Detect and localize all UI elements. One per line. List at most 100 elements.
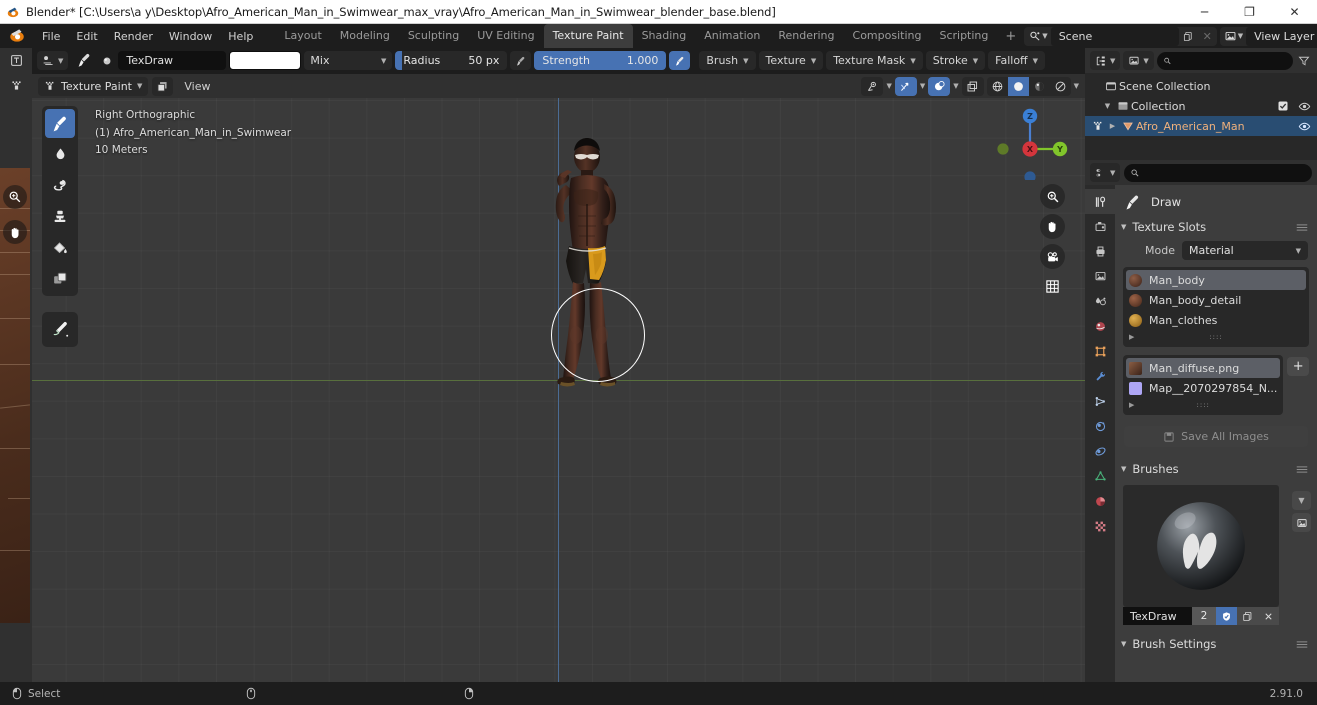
menu-help[interactable]: Help	[220, 28, 261, 45]
physics-tab[interactable]	[1085, 414, 1115, 439]
viewport-view-menu[interactable]: View	[177, 78, 217, 95]
rendered-shading-button[interactable]	[1050, 77, 1071, 96]
stroke-menu[interactable]: Stroke ▼	[925, 51, 986, 70]
modifier-tab[interactable]	[1085, 364, 1115, 389]
tab-rendering[interactable]: Rendering	[769, 24, 843, 48]
brush-preview-image-button[interactable]	[1292, 513, 1311, 532]
tab-compositing[interactable]: Compositing	[844, 24, 931, 48]
scene-selector[interactable]: ▼ Scene ✕	[1024, 26, 1217, 46]
panel-collapse-triangle-icon[interactable]: ▼	[1121, 465, 1126, 473]
particles-tab[interactable]	[1085, 389, 1115, 414]
remove-scene-button[interactable]: ✕	[1198, 27, 1217, 46]
add-texture-slot-button[interactable]: +	[1287, 357, 1309, 376]
constraints-tab[interactable]	[1085, 439, 1115, 464]
outliner-row-scene-collection[interactable]: Scene Collection	[1085, 76, 1317, 96]
view-layer-tab[interactable]	[1085, 264, 1115, 289]
minimize-button[interactable]: ─	[1182, 0, 1227, 24]
panel-texture-slots-header[interactable]: ▼ Texture Slots	[1115, 215, 1317, 238]
tab-uv-editing[interactable]: UV Editing	[468, 24, 543, 48]
brush-users-count[interactable]: 2	[1192, 607, 1216, 625]
pan-hand-icon[interactable]	[3, 220, 27, 244]
panel-collapse-triangle-icon[interactable]: ▼	[1121, 640, 1126, 648]
menu-edit[interactable]: Edit	[68, 28, 105, 45]
maximize-button[interactable]: ❐	[1227, 0, 1272, 24]
annotate-tool[interactable]	[45, 315, 75, 344]
outliner-display-mode-button[interactable]: ▼	[1123, 51, 1154, 70]
editor-type-button[interactable]	[0, 48, 32, 73]
scene-tab[interactable]	[1085, 289, 1115, 314]
pan-hand-icon[interactable]	[1040, 214, 1065, 239]
filter-icon[interactable]	[1296, 55, 1312, 67]
menu-render[interactable]: Render	[106, 28, 161, 45]
brush-color-swatch[interactable]	[229, 51, 302, 70]
expand-triangle-icon[interactable]: ▶	[1129, 401, 1134, 409]
scene-name[interactable]: Scene	[1050, 26, 1179, 46]
brush-datablock-name[interactable]: TexDraw	[1123, 607, 1192, 625]
radius-pressure-toggle[interactable]	[510, 51, 532, 70]
chevron-down-icon[interactable]: ▼	[953, 82, 958, 90]
smear-tool[interactable]	[45, 171, 75, 200]
chevron-down-icon[interactable]: ▼	[1074, 82, 1079, 90]
texture-slot-list[interactable]: Man_diffuse.png Map__2070297854_N... ▶ :…	[1123, 355, 1284, 415]
properties-editor-type-button[interactable]: ▼	[1090, 163, 1121, 182]
falloff-menu[interactable]: Falloff ▼	[988, 51, 1046, 70]
expand-triangle-icon[interactable]: ▶	[1106, 122, 1119, 130]
brush-menu[interactable]: Brush ▼	[699, 51, 756, 70]
new-scene-button[interactable]	[1179, 27, 1198, 46]
copy-icon[interactable]	[1237, 607, 1258, 625]
brush-preset-selector[interactable]: ▼	[37, 51, 69, 70]
tab-modeling[interactable]: Modeling	[331, 24, 399, 48]
outliner-search-input[interactable]	[1156, 51, 1293, 70]
chevron-down-icon[interactable]: ▼	[886, 82, 891, 90]
tab-texture-paint[interactable]: Texture Paint	[543, 24, 633, 48]
panel-brush-settings-header[interactable]: ▼ Brush Settings	[1115, 625, 1317, 655]
world-tab[interactable]	[1085, 314, 1115, 339]
texture-menu[interactable]: Texture ▼	[758, 51, 824, 70]
eye-icon[interactable]	[1298, 120, 1311, 133]
tool-tab[interactable]	[1085, 189, 1115, 214]
render-tab[interactable]	[1085, 214, 1115, 239]
resize-grip-icon[interactable]: ::::	[1196, 401, 1209, 409]
material-preview-button[interactable]	[1029, 77, 1050, 96]
visibility-selector[interactable]	[861, 76, 884, 96]
3d-character-model[interactable]	[498, 130, 678, 442]
texture-mask-menu[interactable]: Texture Mask ▼	[826, 51, 923, 70]
outliner-search-field[interactable]	[1175, 55, 1287, 66]
tab-shading[interactable]: Shading	[633, 24, 696, 48]
add-workspace-button[interactable]: +	[997, 29, 1024, 44]
zoom-icon[interactable]	[1040, 184, 1065, 209]
radius-slider[interactable]: Radius 50 px	[395, 51, 508, 70]
soften-tool[interactable]	[45, 140, 75, 169]
strength-slider[interactable]: Strength 1.000	[534, 51, 667, 70]
data-tab[interactable]	[1085, 464, 1115, 489]
eye-icon[interactable]	[1298, 100, 1311, 113]
material-tab[interactable]	[1085, 489, 1115, 514]
collapse-triangle-icon[interactable]: ▼	[1101, 102, 1114, 110]
interaction-mode-selector[interactable]: Texture Paint ▼	[38, 76, 149, 96]
zoom-icon[interactable]	[3, 185, 27, 209]
chevron-down-icon[interactable]: ▼	[920, 82, 925, 90]
list-item[interactable]: Man_diffuse.png	[1126, 358, 1281, 378]
list-item[interactable]: Map__2070297854_N...	[1123, 378, 1283, 398]
texture-tab[interactable]	[1085, 514, 1115, 539]
list-item[interactable]: Man_clothes	[1123, 310, 1309, 330]
solid-shading-button[interactable]	[1007, 76, 1029, 96]
strength-pressure-toggle[interactable]	[669, 51, 691, 70]
panel-brushes-header[interactable]: ▼ Brushes	[1115, 454, 1317, 480]
view-axis-gizmo[interactable]: Z X Y	[992, 104, 1068, 180]
brush-preview-thumbnail[interactable]	[1123, 485, 1279, 607]
save-all-images-button[interactable]: Save All Images	[1124, 426, 1308, 447]
material-list-footer[interactable]: ▶ ::::	[1123, 330, 1309, 344]
resize-grip-icon[interactable]: ::::	[1209, 333, 1222, 341]
view-layer-name[interactable]: View Layer	[1246, 26, 1317, 46]
overlays-toggle[interactable]	[928, 76, 951, 96]
brush-name-field[interactable]: TexDraw	[118, 51, 227, 70]
menu-window[interactable]: Window	[161, 28, 220, 45]
clone-tool[interactable]	[45, 202, 75, 231]
outliner-editor-type-button[interactable]: ▼	[1090, 51, 1121, 70]
camera-icon[interactable]	[1040, 244, 1065, 269]
menu-file[interactable]: File	[34, 28, 68, 45]
brush-browse-button[interactable]: ▼	[1292, 491, 1311, 510]
mask-tool[interactable]	[45, 264, 75, 293]
shield-icon[interactable]	[1216, 607, 1237, 625]
